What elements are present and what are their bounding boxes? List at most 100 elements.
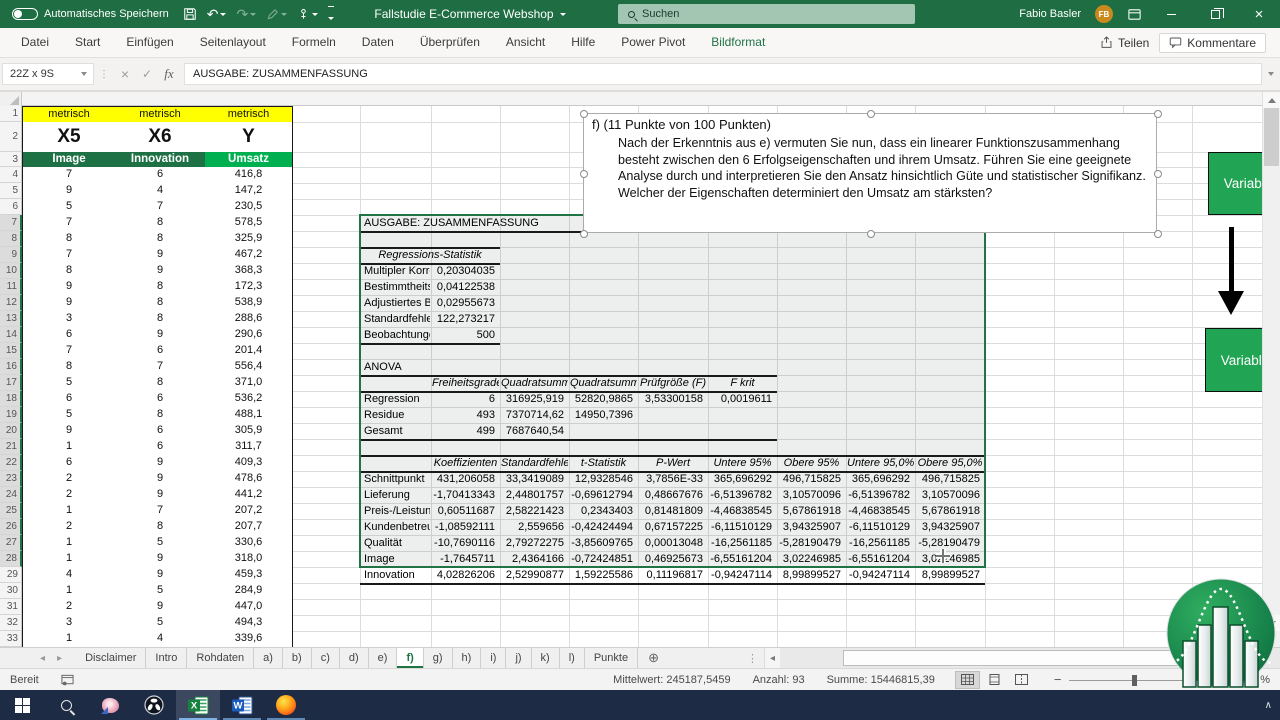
row-header-14[interactable]: 14 [0, 327, 22, 343]
data-cell[interactable]: 8 [115, 231, 206, 248]
row-header-6[interactable]: 6 [0, 199, 22, 215]
ribbon-tab-datei[interactable]: Datei [8, 28, 62, 57]
row-header-10[interactable]: 10 [0, 263, 22, 279]
row-header-16[interactable]: 16 [0, 359, 22, 375]
undo-icon[interactable]: ↶ [207, 7, 227, 21]
ribbon-tab-seitenlayout[interactable]: Seitenlayout [187, 28, 279, 57]
sheet-tab-c[interactable]: c) [311, 648, 340, 668]
data-cell[interactable]: 368,3 [205, 263, 293, 280]
shape-handle[interactable] [867, 110, 875, 118]
data-cell[interactable]: 6 [115, 391, 206, 408]
variable-label-cell[interactable]: Innovation [115, 152, 206, 168]
variable-name-cell[interactable]: X6 [115, 122, 206, 153]
ribbon-tab-daten[interactable]: Daten [349, 28, 407, 57]
data-cell[interactable]: 8 [22, 231, 116, 248]
save-icon[interactable] [183, 7, 197, 21]
data-cell[interactable]: 311,7 [205, 439, 293, 456]
redo-icon[interactable]: ↷ [236, 7, 257, 21]
data-cell[interactable]: 494,3 [205, 615, 293, 632]
taskbar-search-button[interactable] [44, 690, 88, 720]
data-cell[interactable]: 9 [115, 487, 206, 504]
data-cell[interactable]: 7 [22, 247, 116, 264]
row-header-8[interactable]: 8 [0, 231, 22, 247]
data-cell[interactable]: 5 [115, 535, 206, 552]
sheet-nav-right-icon[interactable]: ▸ [57, 653, 62, 664]
insert-function-icon[interactable]: fx [158, 63, 180, 85]
data-cell[interactable]: 7 [22, 215, 116, 232]
add-sheet-button[interactable]: ⊕ [638, 648, 669, 668]
ribbon-tab-start[interactable]: Start [62, 28, 113, 57]
data-cell[interactable]: 1 [22, 535, 116, 552]
share-button[interactable]: Teilen [1100, 36, 1149, 50]
data-cell[interactable]: 8 [115, 519, 206, 536]
data-cell[interactable]: 5 [22, 407, 116, 424]
sheet-tab-h[interactable]: h) [452, 648, 482, 668]
row-header-1[interactable]: 1 [0, 106, 22, 122]
name-box[interactable]: 22Z x 9S [2, 63, 94, 85]
row-header-18[interactable]: 18 [0, 391, 22, 407]
data-cell[interactable]: 6 [22, 455, 116, 472]
search-box[interactable]: Suchen [618, 4, 915, 24]
row-header-2[interactable]: 2 [0, 122, 22, 152]
data-cell[interactable]: 8 [115, 407, 206, 424]
page-break-view-icon[interactable] [1009, 671, 1034, 689]
row-header-30[interactable]: 30 [0, 583, 22, 599]
data-cell[interactable]: 1 [22, 583, 116, 600]
data-cell[interactable]: 9 [115, 327, 206, 344]
sheet-tab-Intro[interactable]: Intro [146, 648, 188, 668]
obs-button[interactable] [132, 690, 176, 720]
data-cell[interactable]: 536,2 [205, 391, 293, 408]
sheet-tab-Punkte[interactable]: Punkte [584, 648, 639, 668]
data-cell[interactable]: 7 [115, 359, 206, 376]
touch-mode-icon[interactable] [297, 8, 319, 21]
data-cell[interactable]: 6 [115, 423, 206, 440]
data-cell[interactable]: 1 [22, 439, 116, 456]
data-cell[interactable]: 9 [115, 567, 206, 584]
ribbon-tab-bildformat[interactable]: Bildformat [698, 28, 778, 57]
row-header-20[interactable]: 20 [0, 423, 22, 439]
data-cell[interactable]: 207,2 [205, 503, 293, 520]
ribbon-tab-überprüfen[interactable]: Überprüfen [407, 28, 493, 57]
data-cell[interactable]: 8 [22, 263, 116, 280]
close-button[interactable]: × [1244, 0, 1274, 28]
scale-type-cell[interactable]: metrisch [115, 106, 206, 123]
row-header-23[interactable]: 23 [0, 471, 22, 487]
shape-handle[interactable] [580, 110, 588, 118]
data-cell[interactable]: 1 [22, 503, 116, 520]
sheet-tab-k[interactable]: k) [531, 648, 560, 668]
vertical-scrollbar[interactable] [1262, 92, 1280, 647]
data-cell[interactable]: 3 [22, 615, 116, 632]
cancel-entry-icon[interactable]: × [114, 63, 136, 85]
data-cell[interactable]: 4 [22, 567, 116, 584]
title-dropdown-icon[interactable] [559, 12, 566, 16]
data-cell[interactable]: 556,4 [205, 359, 293, 376]
data-cell[interactable]: 6 [115, 167, 206, 184]
data-cell[interactable]: 3 [22, 311, 116, 328]
row-header-24[interactable]: 24 [0, 487, 22, 503]
data-cell[interactable]: 9 [22, 279, 116, 296]
row-header-3[interactable]: 3 [0, 152, 22, 167]
select-all-corner[interactable] [0, 92, 22, 106]
row-header-29[interactable]: 29 [0, 567, 22, 583]
data-cell[interactable]: 2 [22, 487, 116, 504]
row-header-19[interactable]: 19 [0, 407, 22, 423]
zoom-out-icon[interactable]: − [1054, 672, 1062, 687]
formula-bar-expand-icon[interactable] [1262, 72, 1280, 76]
data-cell[interactable]: 9 [22, 183, 116, 200]
question-textbox[interactable]: f) (11 Punkte von 100 Punkten) Nach der E… [580, 110, 1162, 238]
data-cell[interactable]: 8 [115, 215, 206, 232]
data-cell[interactable]: 9 [22, 423, 116, 440]
data-cell[interactable]: 2 [22, 519, 116, 536]
shape-handle[interactable] [867, 230, 875, 238]
sheet-tab-e[interactable]: e) [368, 648, 398, 668]
sheet-tab-a[interactable]: a) [254, 648, 283, 668]
row-header-28[interactable]: 28 [0, 551, 22, 567]
data-cell[interactable]: 8 [22, 359, 116, 376]
data-cell[interactable]: 6 [22, 327, 116, 344]
data-cell[interactable]: 9 [115, 471, 206, 488]
data-cell[interactable]: 6 [115, 439, 206, 456]
row-header-32[interactable]: 32 [0, 615, 22, 631]
data-cell[interactable]: 9 [22, 295, 116, 312]
word-taskbar-button[interactable]: W [220, 690, 264, 720]
tabbar-divider[interactable]: ⋮ [741, 648, 764, 668]
